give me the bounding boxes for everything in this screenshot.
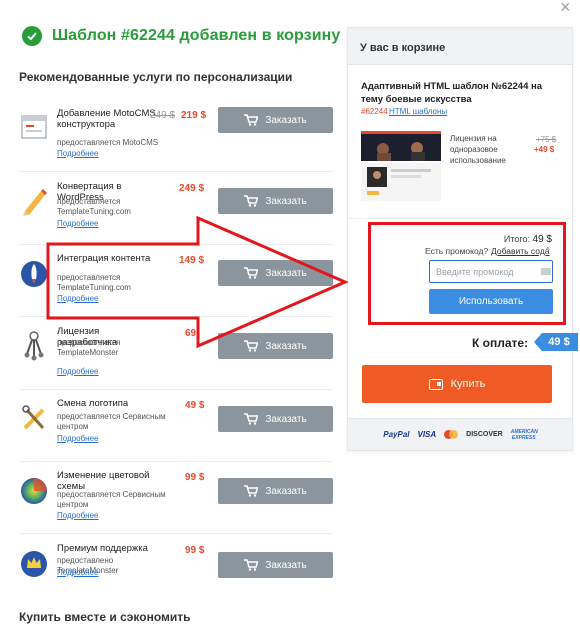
service-name: Премиум поддержка: [57, 543, 148, 554]
mastercard-logo: [444, 430, 459, 439]
wallet-icon: [428, 378, 443, 390]
cart-icon: [244, 114, 259, 126]
service-more-link[interactable]: Подробнее: [57, 367, 99, 376]
visa-logo: VISA: [417, 430, 437, 439]
license-text: Лицензия на одноразовое использование: [450, 134, 506, 165]
cart-icon: [244, 413, 259, 425]
order-button[interactable]: Заказать: [218, 406, 333, 432]
amex-logo: AMERICAN EXPRESS: [510, 428, 538, 441]
license-old-price: +75 $: [536, 135, 557, 144]
cart-panel: У вас в корзине Адаптивный HTML шаблон №…: [347, 27, 578, 451]
tools-icon: [19, 400, 49, 434]
service-price: 219 $: [181, 110, 207, 121]
order-button-label: Заказать: [265, 267, 307, 279]
service-provider: предоставляется Сервисным центром: [57, 490, 166, 509]
checkmark-icon: [22, 26, 42, 46]
paypal-logo: PayPal: [383, 430, 410, 439]
order-button[interactable]: Заказать: [218, 107, 333, 133]
service-name: Добавление MotoCMS конструктора: [57, 108, 156, 130]
service-name: Интеграция контента: [57, 253, 151, 264]
service-price: 99 $: [185, 545, 205, 556]
order-button-label: Заказать: [265, 559, 307, 571]
recommended-title: Рекомендованные услуги по персонализации: [19, 70, 293, 84]
cart-icon: [244, 559, 259, 571]
bundle-title: Купить вместе и сэкономить: [19, 610, 191, 624]
cart-title: У вас в корзине: [348, 28, 572, 65]
color-wheel-icon: [19, 472, 49, 506]
service-provider: предоставляется MotoCMS: [57, 138, 159, 147]
order-button-label: Заказать: [265, 413, 307, 425]
service-price: 249 $: [179, 183, 205, 194]
cart-total: Итого: 49 $: [504, 234, 552, 245]
cart-item-id: #62244: [361, 107, 388, 116]
order-button-label: Заказать: [265, 195, 307, 207]
cart-item-category-link[interactable]: HTML шаблоны: [389, 107, 447, 116]
service-more-link[interactable]: Подробнее: [57, 149, 99, 158]
service-provider: предоставляется Сервисным центром: [57, 412, 166, 431]
service-more-link[interactable]: Подробнее: [57, 294, 99, 303]
cart-icon: [244, 485, 259, 497]
order-button[interactable]: Заказать: [218, 478, 333, 504]
order-button[interactable]: Заказать: [218, 333, 333, 359]
order-button-label: Заказать: [265, 340, 307, 352]
service-price: 49 $: [185, 400, 205, 411]
pay-amount-badge: 49 $: [534, 333, 578, 351]
service-more-link[interactable]: Подробнее: [57, 511, 99, 520]
license-price: +49 $: [534, 145, 555, 154]
service-name: Смена логотипа: [57, 398, 129, 409]
apply-promo-button[interactable]: Использовать: [429, 289, 553, 314]
service-item: Добавление MotoCMS конструктора предоста…: [19, 100, 333, 172]
discover-logo: DISCOVER: [466, 431, 503, 438]
promo-code-input[interactable]: [429, 260, 553, 283]
service-item: Смена логотипа предоставляется Сервисным…: [19, 390, 333, 462]
keys-icon: [19, 328, 49, 362]
service-provider: предоставляется TemplateMonster: [57, 338, 121, 357]
service-price: 99 $: [185, 472, 205, 483]
cart-item-title: Адаптивный HTML шаблон №62244 на тему бо…: [361, 81, 543, 105]
chevron-up-icon[interactable]: ^: [546, 246, 550, 255]
service-more-link[interactable]: Подробнее: [57, 568, 99, 577]
keyboard-icon: [541, 268, 551, 275]
service-item: Интеграция контента предоставляется Temp…: [19, 245, 333, 317]
service-price: 149 $: [179, 255, 205, 266]
pencil-icon: [19, 183, 49, 217]
rocket-icon: [19, 255, 49, 289]
crown-icon: [19, 545, 49, 579]
cart-icon: [244, 267, 259, 279]
buy-button[interactable]: Купить: [362, 365, 552, 403]
service-old-price: 249 $: [150, 110, 176, 121]
close-icon[interactable]: ×: [560, 0, 576, 16]
service-name: Изменение цветовой схемы: [57, 470, 150, 492]
divider: [348, 218, 572, 219]
promo-add-link[interactable]: Добавить сода: [491, 246, 550, 256]
order-button-label: Заказать: [265, 485, 307, 497]
total-label: Итого:: [503, 234, 531, 244]
order-button[interactable]: Заказать: [218, 552, 333, 578]
service-provider: предоставляется TemplateTuning.com: [57, 197, 131, 216]
service-item: Изменение цветовой схемы предоставляется…: [19, 462, 333, 534]
service-item: Конвертация в WordPress предоставляется …: [19, 173, 333, 245]
service-price: 69: [185, 328, 197, 339]
cart-icon: [244, 195, 259, 207]
promo-question: Есть промокод?: [425, 246, 489, 256]
service-more-link[interactable]: Подробнее: [57, 434, 99, 443]
service-more-link[interactable]: Подробнее: [57, 219, 99, 228]
cart-icon: [244, 340, 259, 352]
added-notice: Шаблон #62244 добавлен в корзину: [22, 26, 340, 46]
total-value: 49 $: [532, 234, 552, 245]
added-title: Шаблон #62244 добавлен в корзину: [52, 27, 341, 44]
service-item: Премиум поддержка предоставлено Template…: [19, 535, 333, 607]
pay-label: К оплате:: [472, 336, 529, 350]
service-provider: предоставляется TemplateTuning.com: [57, 273, 131, 292]
buy-button-label: Купить: [450, 378, 486, 390]
payment-methods: PayPal VISA DISCOVER AMERICAN EXPRESS: [348, 418, 572, 450]
order-button-label: Заказать: [265, 114, 307, 126]
service-item: Лицензия разработчика предоставляется Te…: [19, 318, 333, 390]
order-button[interactable]: Заказать: [218, 260, 333, 286]
template-thumbnail[interactable]: [361, 131, 441, 201]
motocms-icon: [19, 110, 49, 144]
order-button[interactable]: Заказать: [218, 188, 333, 214]
